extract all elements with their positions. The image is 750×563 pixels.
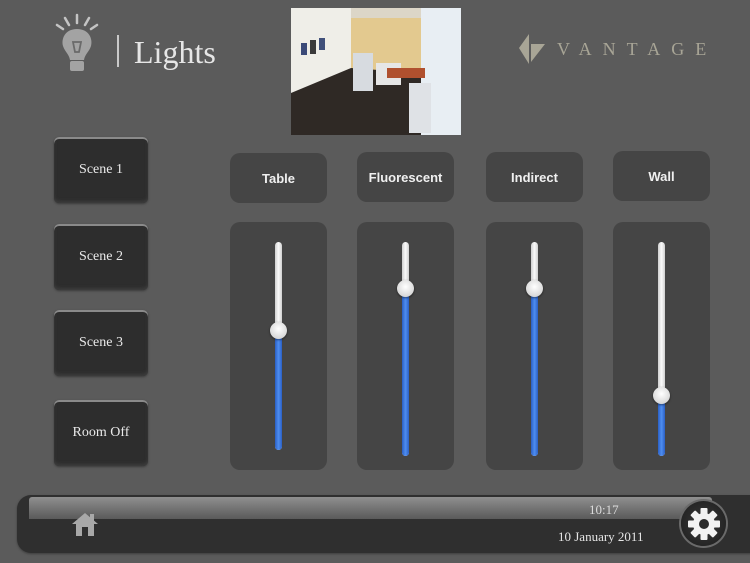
camera-image [291,8,461,135]
slider-thumb-table[interactable] [270,322,287,340]
slider-panel-wall [613,222,710,470]
slider-panel-indirect [486,222,583,470]
clock-date: 10 January 2011 [558,529,644,544]
settings-button[interactable] [681,501,726,546]
slider-fill [531,289,538,456]
slider-track-fluorescent[interactable] [397,242,414,456]
room-off-button[interactable]: Room Off [54,400,148,466]
slider-track-table[interactable] [270,242,287,450]
slider-thumb-fluorescent[interactable] [397,280,414,298]
gear-icon [687,507,720,540]
vantage-logo-icon [519,34,545,64]
scene-1-button[interactable]: Scene 1 [54,137,148,203]
lightbulb-icon [55,13,99,71]
slider-panel-table [230,222,327,470]
scene-3-button[interactable]: Scene 3 [54,310,148,376]
slider-thumb-indirect[interactable] [526,280,543,298]
brand-name: VANTAGE [557,39,718,59]
page-title: Lights [134,34,216,70]
channel-label-fluorescent[interactable]: Fluorescent [357,152,454,202]
scene-2-button[interactable]: Scene 2 [54,224,148,290]
slider-track-wall[interactable] [653,242,670,456]
channel-label-table[interactable]: Table [230,153,327,203]
channel-label-indirect[interactable]: Indirect [486,152,583,202]
slider-fill [658,396,665,456]
home-icon[interactable] [72,512,98,536]
clock-time: 10:17 [589,502,619,517]
channel-label-wall[interactable]: Wall [613,151,710,201]
camera-feed[interactable] [291,8,461,135]
slider-fill [275,331,282,450]
slider-thumb-wall[interactable] [653,387,670,405]
title-divider [117,35,119,67]
slider-panel-fluorescent [357,222,454,470]
slider-fill [402,289,409,456]
slider-track-indirect[interactable] [526,242,543,456]
